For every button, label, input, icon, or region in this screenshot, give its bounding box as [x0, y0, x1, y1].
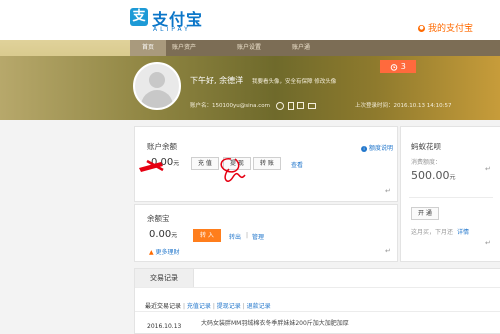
transfer-in-button[interactable]: 转 入	[193, 229, 221, 242]
view-link[interactable]: 查看	[291, 160, 303, 169]
row-desc[interactable]: 大码女装胖MM羽绒棉衣冬季胖妹妹200斤加大加肥加厚	[201, 318, 349, 327]
huabei-desc: 这月买，下月还	[411, 229, 454, 236]
info-icon: i	[361, 146, 368, 152]
my-alipay-link[interactable]: ● 我的支付宝	[418, 21, 473, 34]
filter-sep: |	[212, 303, 215, 310]
filter-withdraw[interactable]: 提现记录	[217, 303, 241, 310]
tab-records[interactable]: 交易记录	[135, 269, 194, 287]
filter-refund[interactable]: 退款记录	[247, 303, 271, 310]
avatar[interactable]	[133, 62, 181, 110]
nav-home[interactable]: 首页	[130, 40, 166, 56]
login-label: 上次登录时间：	[355, 103, 394, 109]
alarm-clock-icon	[390, 63, 398, 71]
nav-settings[interactable]: 账户设置	[237, 40, 261, 56]
greeting: 下午好, 余德洋	[190, 76, 244, 85]
brand-name-en: ALIPAY	[153, 26, 191, 33]
avatar-tip-link[interactable]: 我要看头像，安全有保障 修改头像	[252, 77, 336, 85]
return-arrow-icon: ↵	[485, 165, 491, 173]
yuebao-unit: 元	[171, 232, 178, 239]
phone-icon[interactable]	[287, 101, 294, 110]
notification-count: 3	[400, 62, 406, 71]
yuebao-title: 余额宝	[147, 214, 170, 223]
more-finance-label: 更多理财	[155, 249, 180, 256]
divider	[135, 311, 500, 312]
open-huabei-button[interactable]: 开 通	[411, 207, 439, 220]
records-panel: 交易记录 最近交易记录 | 充值记录 | 提现记录 | 退款记录 2016.10…	[134, 268, 500, 334]
limit-help[interactable]: i 额度说明	[361, 143, 393, 152]
divider	[409, 197, 493, 198]
filter-sep: |	[242, 303, 245, 310]
account-value: 150100yu@sina.com	[212, 103, 270, 109]
transfer-out-link[interactable]: 转出	[229, 232, 241, 241]
huabei-detail-link[interactable]: 详情	[457, 227, 469, 236]
filter-sep: |	[182, 303, 185, 310]
last-login: 上次登录时间：2016.10.13 14:10:57	[355, 101, 451, 109]
table-row[interactable]: 2016.10.13 大码女装胖MM羽绒棉衣冬季胖妹妹200斤加大加肥加厚	[135, 315, 500, 333]
yuebao-amount: 0.00元	[149, 229, 177, 240]
huabei-value: 500.00	[411, 169, 450, 182]
records-filter: 最近交易记录 | 充值记录 | 提现记录 | 退款记录	[145, 301, 271, 310]
divider	[135, 287, 500, 288]
id-icon[interactable]	[275, 101, 284, 110]
login-time: 2016.10.13 14:10:57	[393, 103, 452, 109]
account-info: 账户名：150100yu@sina.com	[190, 101, 316, 110]
return-arrow-icon: ↵	[485, 239, 491, 247]
nav-pass[interactable]: 账户通	[292, 40, 310, 56]
security-icons[interactable]	[275, 101, 316, 110]
return-arrow-icon: ↵	[385, 247, 391, 255]
red-annotation-marks	[139, 158, 246, 182]
return-arrow-icon: ↵	[385, 187, 391, 195]
lock-icon[interactable]	[297, 102, 305, 109]
alipay-dot-icon: ●	[418, 25, 425, 32]
yuebao-panel: 余额宝 0.00元 转 入 转出 | 管理 ▲ 更多理财 ↵	[134, 204, 398, 262]
manage-link[interactable]: 管理	[252, 232, 264, 241]
account-label: 账户名：	[190, 103, 213, 109]
my-alipay-label: 我的支付宝	[428, 24, 474, 34]
huabei-amount: 500.00元	[411, 169, 456, 182]
huabei-unit: 元	[449, 174, 456, 181]
nav-assets[interactable]: 账户资产	[172, 40, 196, 56]
limit-help-label: 额度说明	[368, 145, 393, 152]
huabei-title: 蚂蚁花呗	[411, 142, 441, 151]
huabei-limit-label: 消费额度：	[411, 159, 442, 166]
filter-recharge[interactable]: 充值记录	[187, 303, 211, 310]
profile-banner	[0, 56, 500, 120]
main-nav: 首页 账户资产 账户设置 账户通	[130, 40, 500, 56]
filter-recent[interactable]: 最近交易记录	[145, 303, 181, 310]
balance-panel: 账户余额 i 额度说明 0.00元 充 值 提 现 转 账 查看 ↵	[134, 126, 398, 202]
rocket-icon: ▲	[149, 249, 154, 256]
huabei-panel: 蚂蚁花呗 消费额度： 500.00元 开 通 这月买，下月还 详情 ↵ ↵	[400, 126, 500, 262]
mail-icon[interactable]	[308, 102, 316, 109]
notification-badge[interactable]: 3	[380, 60, 416, 73]
link-divider: |	[246, 232, 249, 239]
more-finance-link[interactable]: ▲ 更多理财	[149, 247, 180, 256]
yuebao-value: 0.00	[149, 229, 172, 240]
alipay-logo-icon[interactable]: 支	[130, 8, 148, 26]
row-date: 2016.10.13	[147, 323, 182, 330]
